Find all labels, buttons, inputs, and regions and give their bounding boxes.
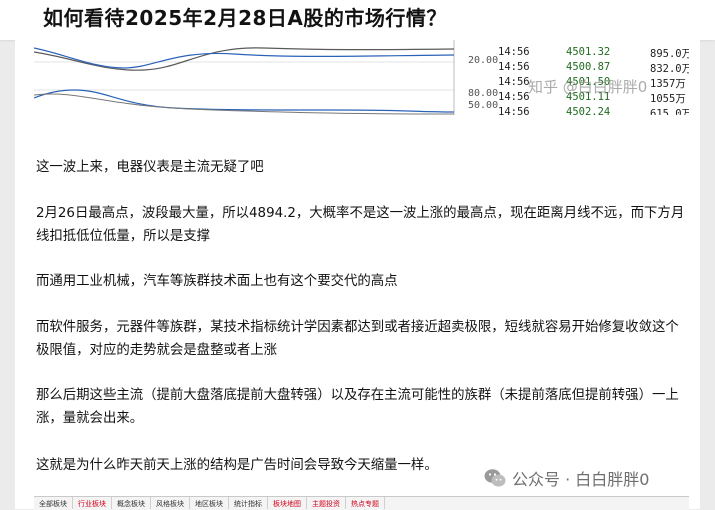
- indicator-line-blue: [34, 89, 455, 113]
- price-line-grey: [34, 47, 455, 71]
- tick-price: 4501.32: [566, 46, 611, 58]
- tick-price: 4502.24: [566, 106, 611, 115]
- tick-time: 14:56: [498, 91, 530, 103]
- board-tab: 概念板块: [112, 497, 151, 509]
- board-tab: 行业板块: [73, 497, 112, 509]
- stock-app-tab-strip: 全部板块 行业板块 概念板块 风格板块 地区板块 统计指标 板块地图 主题投资 热点专题: [34, 496, 689, 510]
- tick-time: 14:56: [498, 106, 530, 115]
- board-tab: 热点专题: [346, 497, 385, 509]
- zhihu-watermark: 知乎 @白白胖胖0: [528, 78, 648, 96]
- tick-volume: 1357万: [650, 78, 686, 90]
- board-tab: 板块地图: [268, 497, 307, 509]
- tick-row: 14:56 4500.87 832.0万: [498, 61, 689, 75]
- tick-volume: 1055万: [650, 93, 686, 105]
- tick-time: 14:56: [498, 46, 530, 58]
- answer-paragraph: 2月26日最高点，波段最大量，所以4894.2，大概率不是这一波上涨的最高点，现…: [36, 206, 685, 244]
- question-header: 如何看待2025年2月28日A股的市场行情？: [0, 0, 715, 40]
- tick-price: 4500.87: [566, 61, 611, 73]
- wechat-account-watermark: 公众号 · 白白胖胖0: [484, 466, 649, 490]
- tick-volume: 615.0万: [650, 108, 689, 115]
- tick-volume: 895.0万: [650, 48, 689, 60]
- tick-volume: 832.0万: [650, 63, 689, 75]
- board-tab: 统计指标: [229, 497, 268, 509]
- wechat-icon: [484, 468, 506, 488]
- answer-paragraph: 而通用工业机械，汽车等族群技术面上也有这个要交代的高点: [36, 274, 398, 289]
- board-tab: 风格板块: [151, 497, 190, 509]
- price-line-blue: [34, 47, 455, 69]
- answer-paragraph: 而软件服务，元器件等族群，某技术指标统计学因素都达到或者接近超卖极限，短线就容易…: [36, 320, 679, 358]
- axis-label: 50.00: [468, 100, 499, 111]
- axis-label: 20.00: [468, 55, 499, 66]
- board-tab: 地区板块: [190, 497, 229, 509]
- axis-label: 80.00: [468, 88, 499, 99]
- tick-row: 14:56 4502.24 615.0万: [498, 106, 689, 115]
- question-title[interactable]: 如何看待2025年2月28日A股的市场行情？: [43, 2, 447, 31]
- answer-paragraph: 这一波上来，电器仪表是主流无疑了吧: [36, 160, 264, 175]
- tick-time: 14:56: [498, 61, 530, 73]
- wechat-account-text: 公众号 · 白白胖胖0: [512, 470, 650, 489]
- answer-paragraph: 那么后期这些主流（提前大盘落底提前大盘转强）以及存在主流可能性的族群（未提前落底…: [36, 388, 679, 426]
- board-tab: 全部板块: [34, 497, 73, 509]
- tick-row: 14:56 4501.32 895.0万: [498, 46, 689, 60]
- board-tab: 主题投资: [307, 497, 346, 509]
- answer-paragraph: 这就是为什么昨天前天上涨的结构是广告时间会导致今天缩量一样。: [36, 458, 438, 473]
- tick-time: 14:56: [498, 76, 530, 88]
